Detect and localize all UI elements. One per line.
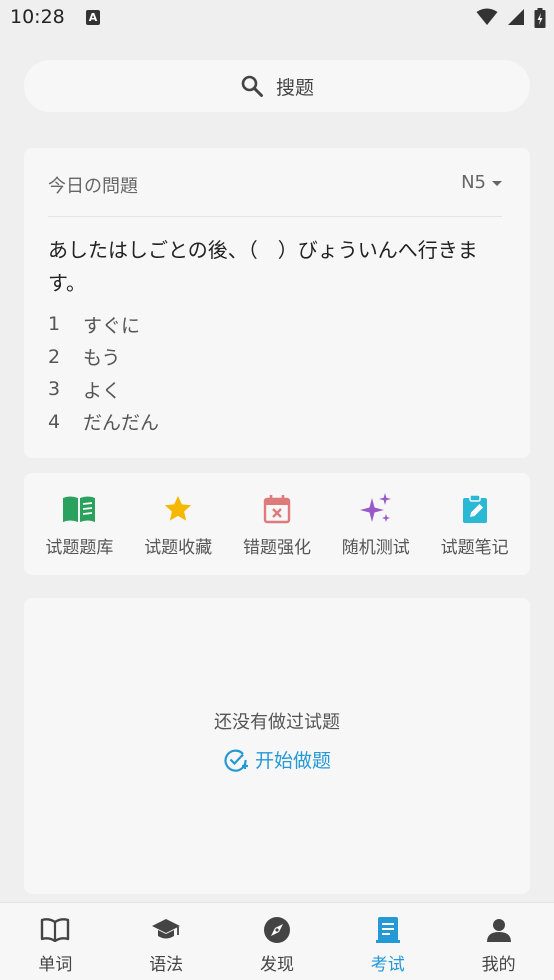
nav-label: 语法 [149, 955, 184, 975]
nav-label: 发现 [259, 955, 294, 975]
divider [48, 216, 502, 217]
person-icon [484, 916, 514, 944]
start-practice-button[interactable]: 开始做题 [24, 746, 530, 773]
nav-item-mine[interactable]: 我的 [443, 903, 554, 980]
graduation-cap-icon [151, 916, 181, 944]
option-text: もう [83, 347, 121, 370]
option-text: よく [83, 379, 122, 402]
nav-label: 考试 [370, 955, 405, 975]
search-icon [240, 74, 264, 98]
check-circle-plus-icon [224, 749, 248, 772]
option-number: 1 [48, 313, 61, 336]
exam-icon [373, 916, 403, 944]
status-time: 10:28 [10, 6, 65, 28]
start-practice-label: 开始做题 [254, 750, 331, 772]
feature-favorites[interactable]: 试题收藏 [130, 473, 226, 575]
compass-icon [262, 916, 292, 944]
clipboard-edit-icon [458, 492, 492, 526]
option-1[interactable]: 1 すぐに [48, 308, 159, 341]
feature-label: 错题强化 [242, 538, 311, 558]
daily-header: 今日の問題 N5 [48, 172, 502, 202]
caret-down-icon [492, 181, 502, 186]
option-number: 2 [48, 345, 61, 368]
option-number: 3 [48, 378, 61, 401]
feature-label: 随机测试 [341, 538, 410, 558]
nav-item-discover[interactable]: 发现 [222, 903, 333, 980]
feature-mistake-review[interactable]: 错题强化 [229, 473, 325, 575]
question-text: あしたはしごとの後、（ ）びょういんへ行きます。 [48, 238, 478, 295]
empty-state-text: 还没有做过试题 [214, 712, 340, 733]
feature-grid: 试题题库 试题收藏 错题强化 随机测试 试题笔记 [24, 473, 530, 575]
feature-label: 试题题库 [45, 538, 114, 558]
nav-label: 单词 [38, 955, 73, 975]
daily-question-card: 今日の問題 N5 あしたはしごとの後、（ ）びょういんへ行きます。 1 すぐに … [24, 148, 530, 458]
feature-label: 试题收藏 [144, 538, 213, 558]
daily-title: 今日の問題 [48, 176, 138, 197]
option-2[interactable]: 2 もう [48, 341, 159, 374]
option-text: すぐに [83, 314, 141, 337]
option-text: だんだん [83, 412, 160, 435]
signal-icon [507, 9, 524, 25]
nav-label: 我的 [481, 955, 516, 975]
status-icons [472, 8, 546, 28]
nav-item-words[interactable]: 单词 [0, 903, 111, 980]
sparkle-icon [359, 492, 393, 526]
star-icon [161, 492, 195, 526]
level-select[interactable]: N5 [461, 172, 502, 193]
battery-icon [534, 8, 546, 28]
level-value: N5 [461, 172, 486, 193]
option-list: 1 すぐに 2 もう 3 よく 4 だんだん [48, 308, 159, 438]
search-bar[interactable]: 搜题 [24, 60, 530, 112]
nav-item-grammar[interactable]: 语法 [111, 903, 222, 980]
status-bar: 10:28 A [0, 0, 554, 38]
wifi-icon [476, 8, 498, 25]
calendar-x-icon [260, 492, 294, 526]
book-icon [62, 492, 96, 526]
option-3[interactable]: 3 よく [48, 373, 159, 406]
search-label: 搜题 [275, 76, 314, 99]
feature-random-test[interactable]: 随机测试 [328, 473, 424, 575]
history-card: 还没有做过试题 开始做题 [24, 598, 530, 894]
notification-icon: A [86, 10, 100, 25]
app-screen: 10:28 A 搜题 今日の問題 N5 あしたはしごとの後、（ ）びょういんへ行… [0, 0, 554, 980]
feature-label: 试题笔记 [440, 538, 509, 558]
feature-notes[interactable]: 试题笔记 [427, 473, 523, 575]
feature-question-bank[interactable]: 试题题库 [31, 473, 127, 575]
bottom-nav: 单词 语法 发现 考试 我的 [0, 902, 554, 980]
book-open-icon [40, 916, 70, 944]
nav-item-exam[interactable]: 考试 [332, 903, 443, 980]
option-number: 4 [48, 410, 61, 433]
option-4[interactable]: 4 だんだん [48, 406, 159, 439]
